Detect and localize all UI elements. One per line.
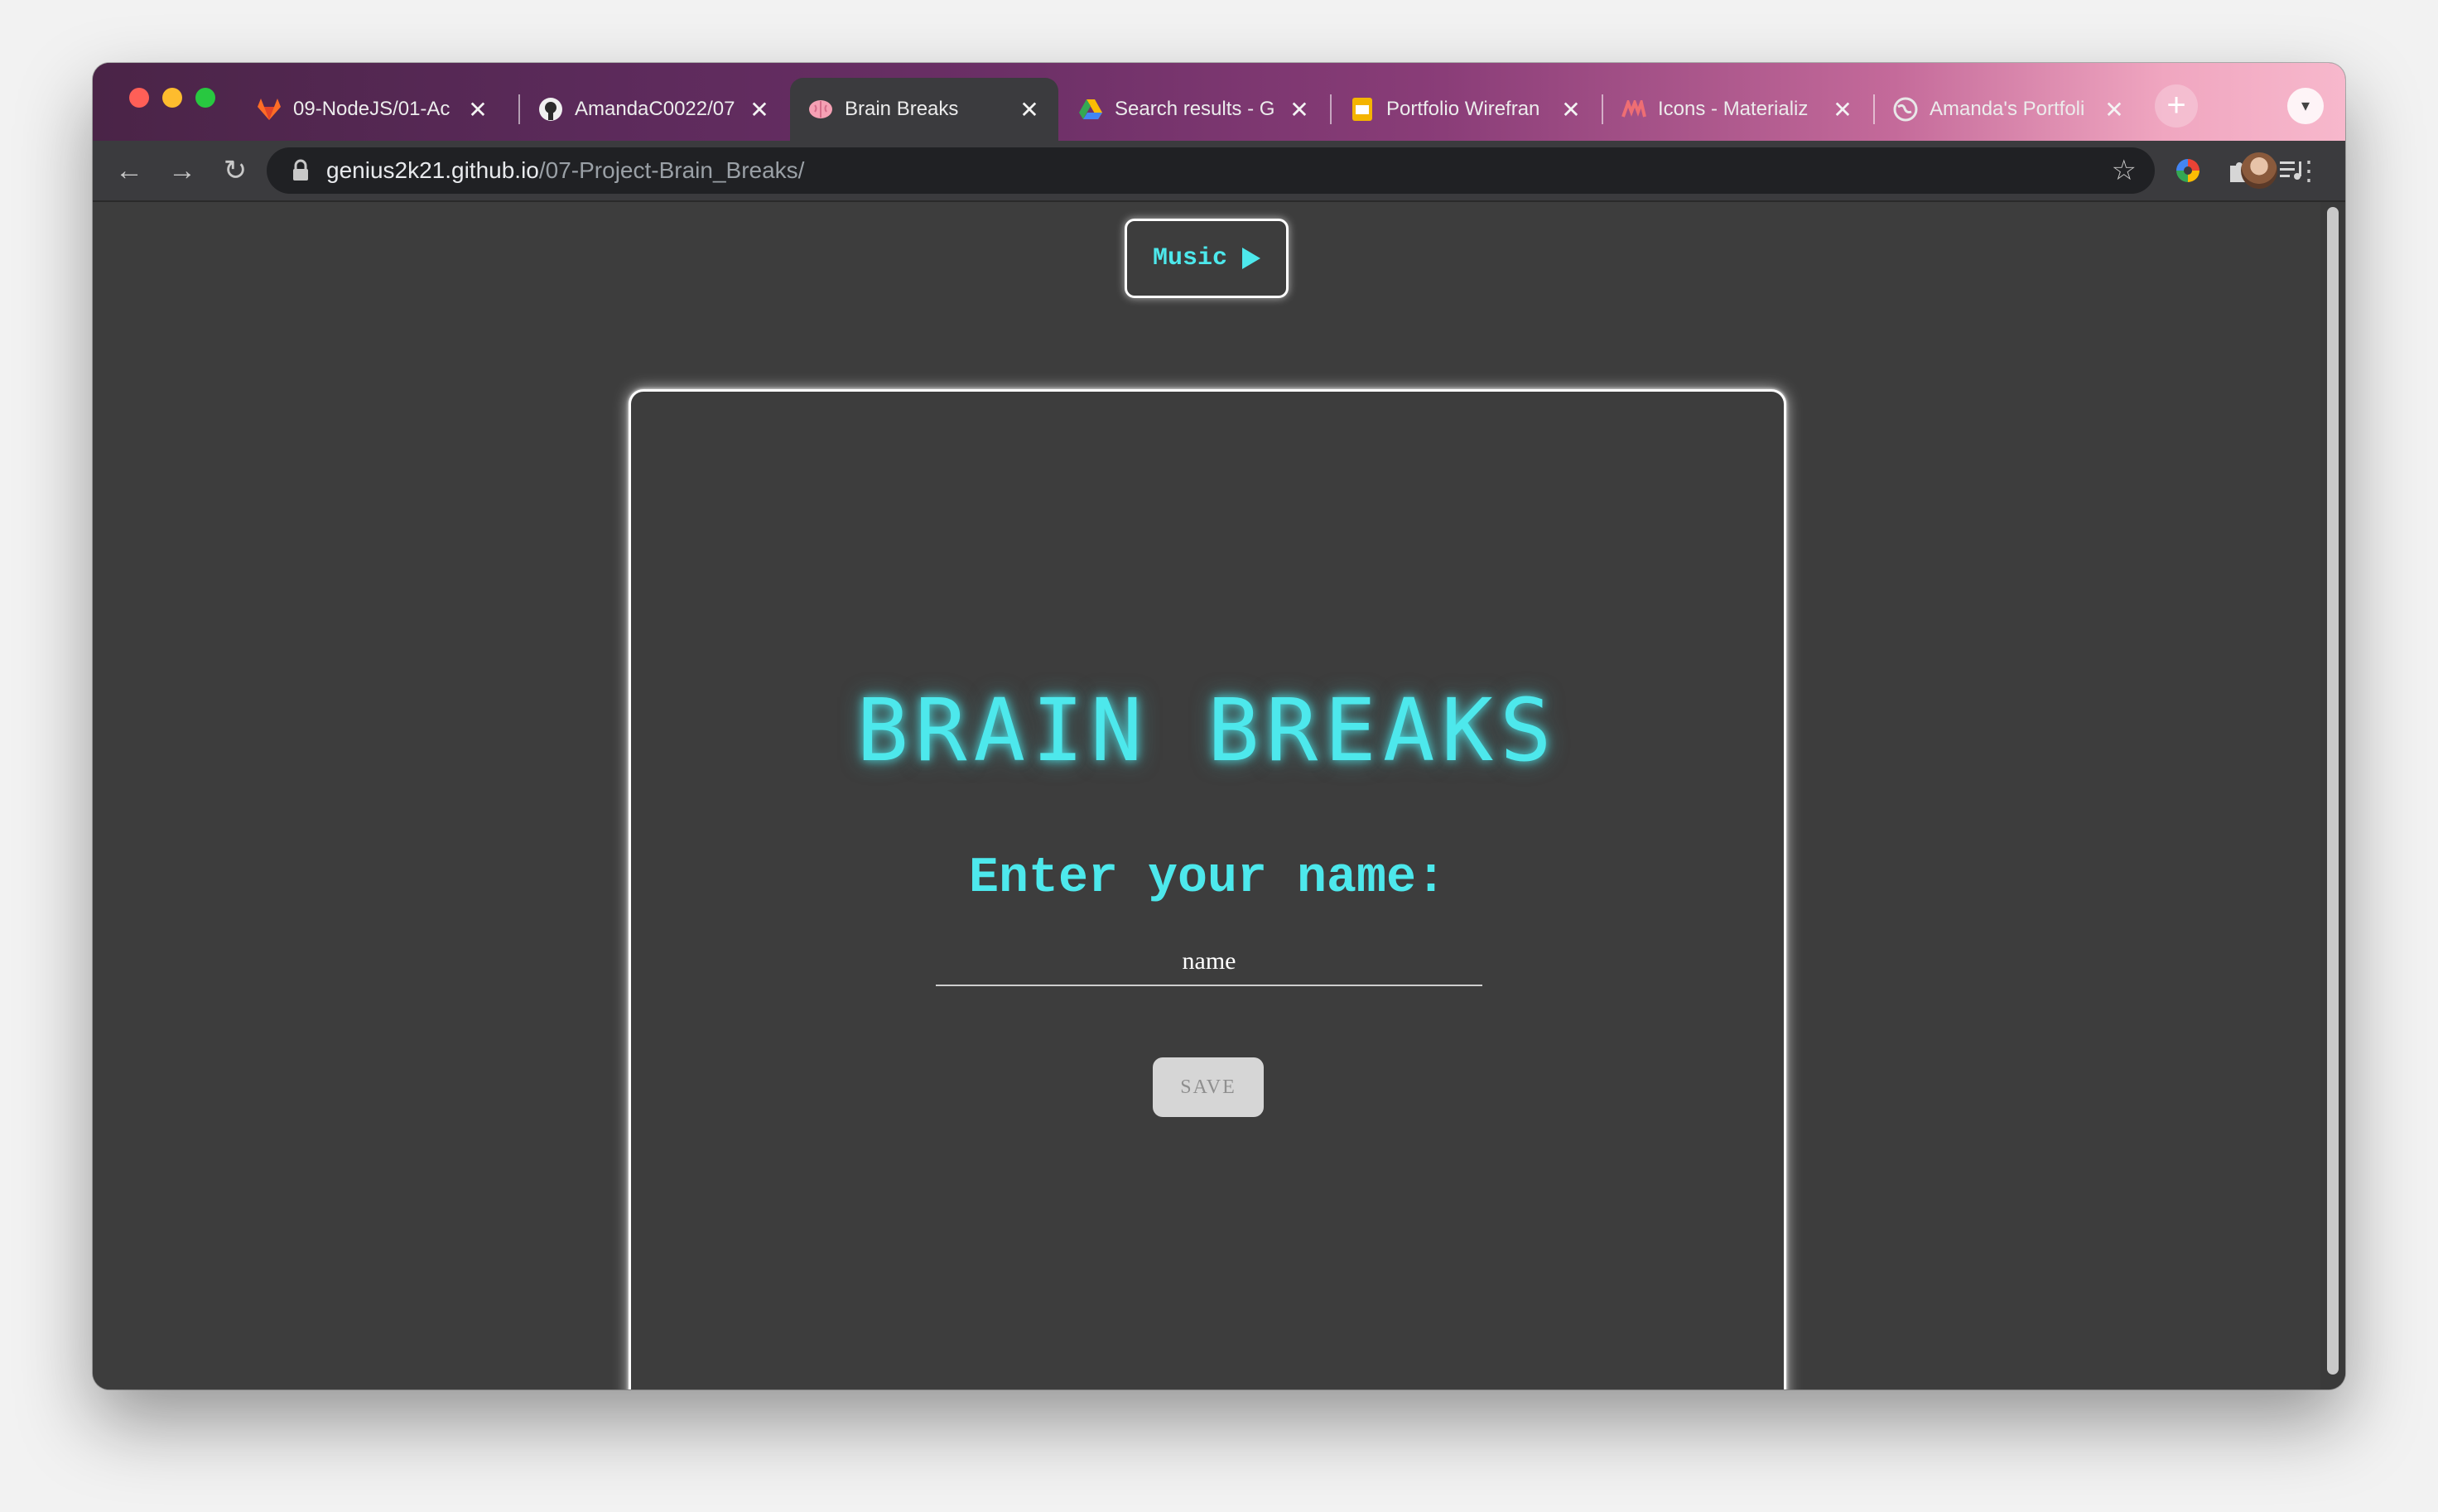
tab-title: Amanda's Portfoli [1930,98,2085,120]
url-text[interactable]: genius2k21.github.io/07-Project-Brain_Br… [326,157,804,184]
profile-avatar[interactable] [2241,152,2277,189]
tab-amanda-portfolio[interactable]: Amanda's Portfoli ✕ [1875,78,2143,141]
tab-materialize-icons[interactable]: Icons - Materializ ✕ [1603,78,1872,141]
page-viewport: Music BRAIN BREAKS Enter your name: SAVE [93,202,2345,1389]
tab-title: Brain Breaks [845,98,959,120]
globe-icon [1893,97,1918,122]
close-icon[interactable]: ✕ [1559,96,1583,123]
forward-arrow-icon[interactable]: → [164,152,200,189]
close-icon[interactable]: ✕ [1830,96,1855,123]
browser-window: 09-NodeJS/01-Ac ✕ AmandaC0022/07 ✕ Brain… [93,63,2345,1389]
maximize-window-button[interactable] [195,88,215,108]
tab-title: Icons - Materializ [1658,98,1809,120]
brain-icon [808,97,833,122]
music-button-label: Music [1152,244,1227,272]
close-icon[interactable]: ✕ [747,96,772,123]
page-title: BRAIN BREAKS [856,680,1559,781]
close-icon[interactable]: ✕ [465,96,490,123]
google-slides-icon [1350,97,1375,122]
tab-title: Search results - G [1115,98,1275,120]
tab-strip: 09-NodeJS/01-Ac ✕ AmandaC0022/07 ✕ Brain… [93,63,2345,141]
github-icon [538,97,563,122]
main-card: BRAIN BREAKS Enter your name: SAVE [629,389,1786,1389]
bookmark-star-icon[interactable]: ☆ [2112,154,2137,187]
minimize-window-button[interactable] [162,88,182,108]
gitlab-icon [257,97,282,122]
tab-title: AmandaC0022/07 [575,98,735,120]
reload-icon[interactable]: ↻ [217,152,253,189]
play-icon [1242,248,1260,269]
google-drive-icon [1078,97,1103,122]
music-toggle-button[interactable]: Music [1125,219,1289,298]
close-icon[interactable]: ✕ [1287,96,1312,123]
more-menu-icon[interactable]: ⋮ [2291,152,2327,189]
url-path: /07-Project-Brain_Breaks/ [538,157,805,183]
save-button[interactable]: SAVE [1153,1057,1264,1117]
vertical-scrollbar[interactable] [2320,202,2345,1389]
browser-toolbar: ← → ↻ genius2k21.github.io/07-Project-Br… [93,141,2345,202]
tab-title: 09-NodeJS/01-Ac [293,98,450,120]
tab-portfolio-wireframe[interactable]: Portfolio Wirefran ✕ [1332,78,1600,141]
url-host: genius2k21.github.io [326,157,539,183]
address-bar[interactable]: genius2k21.github.io/07-Project-Brain_Br… [267,147,2155,194]
name-prompt-label: Enter your name: [968,850,1447,907]
lock-icon [293,159,308,181]
materialize-icon [1621,97,1646,122]
name-input[interactable] [936,938,1482,986]
color-picker-extension-icon[interactable] [2170,152,2206,189]
close-window-button[interactable] [129,88,149,108]
tab-gitlab[interactable]: 09-NodeJS/01-Ac ✕ [238,78,507,141]
tab-title: Portfolio Wirefran [1386,98,1540,120]
tab-brain-breaks[interactable]: Brain Breaks ✕ [790,78,1058,141]
tab-search-chevron-icon[interactable]: ▾ [2287,88,2324,124]
tab-google-drive[interactable]: Search results - G ✕ [1060,78,1328,141]
close-icon[interactable]: ✕ [1017,96,1042,123]
new-tab-button[interactable]: + [2155,84,2198,128]
back-arrow-icon[interactable]: ← [111,152,147,189]
close-icon[interactable]: ✕ [2102,96,2127,123]
scrollbar-thumb[interactable] [2327,207,2339,1375]
tab-github[interactable]: AmandaC0022/07 ✕ [520,78,788,141]
